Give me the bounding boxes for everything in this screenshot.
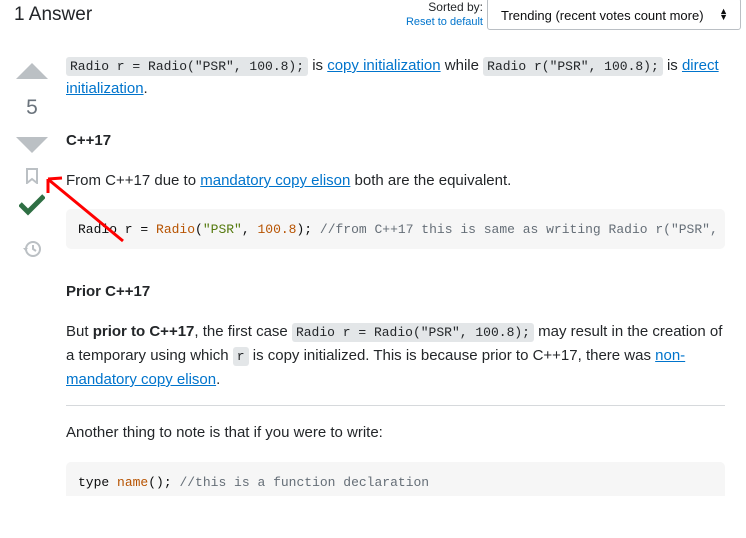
annotation-arrow [46,176,124,243]
select-arrows-icon: ▲ ▼ [719,6,728,22]
code-block-1: Radio r = Radio("PSR", 100.8); //from C+… [66,209,725,249]
answer-paragraph-4: Another thing to note is that if you wer… [66,424,383,441]
downvote-button[interactable] [16,137,48,153]
answer-paragraph-3: But prior to C++17, the first case Radio… [66,323,723,388]
text: is [308,57,328,74]
inline-code: Radio r = Radio("PSR", 100.8); [66,57,309,76]
copy-initialization-link[interactable]: copy initialization [327,57,440,74]
heading-cpp17: C++17 [66,132,112,149]
sort-value: Trending (recent votes count more) [501,8,704,23]
text: is [662,57,682,74]
text: while [440,57,484,74]
history-icon[interactable] [22,239,42,259]
bookmark-icon[interactable] [26,168,38,184]
text: . [143,80,148,97]
answer-paragraph-1: Radio r = Radio("PSR", 100.8); is copy i… [66,55,726,100]
upvote-button[interactable] [16,63,48,79]
vote-count: 5 [26,96,38,119]
answer-paragraph-2: From C++17 due to mandatory copy elison … [66,170,726,192]
divider [66,405,725,406]
sorted-by-label: Sorted by: [428,0,483,14]
inline-code: Radio r("PSR", 100.8); [483,57,663,76]
reset-to-default-link[interactable]: Reset to default [406,16,483,28]
answers-count: 1 Answer [14,4,93,25]
sort-select[interactable]: Trending (recent votes count more) ▲ ▼ [487,0,741,30]
mandatory-copy-elison-link[interactable]: mandatory copy elison [200,172,350,189]
heading-prior-cpp17: Prior C++17 [66,283,151,300]
code-block-2: type name(); //this is a function declar… [66,462,725,496]
text: both are the equivalent. [350,172,512,189]
sort-label-group: Sorted by: Reset to default [406,0,483,29]
